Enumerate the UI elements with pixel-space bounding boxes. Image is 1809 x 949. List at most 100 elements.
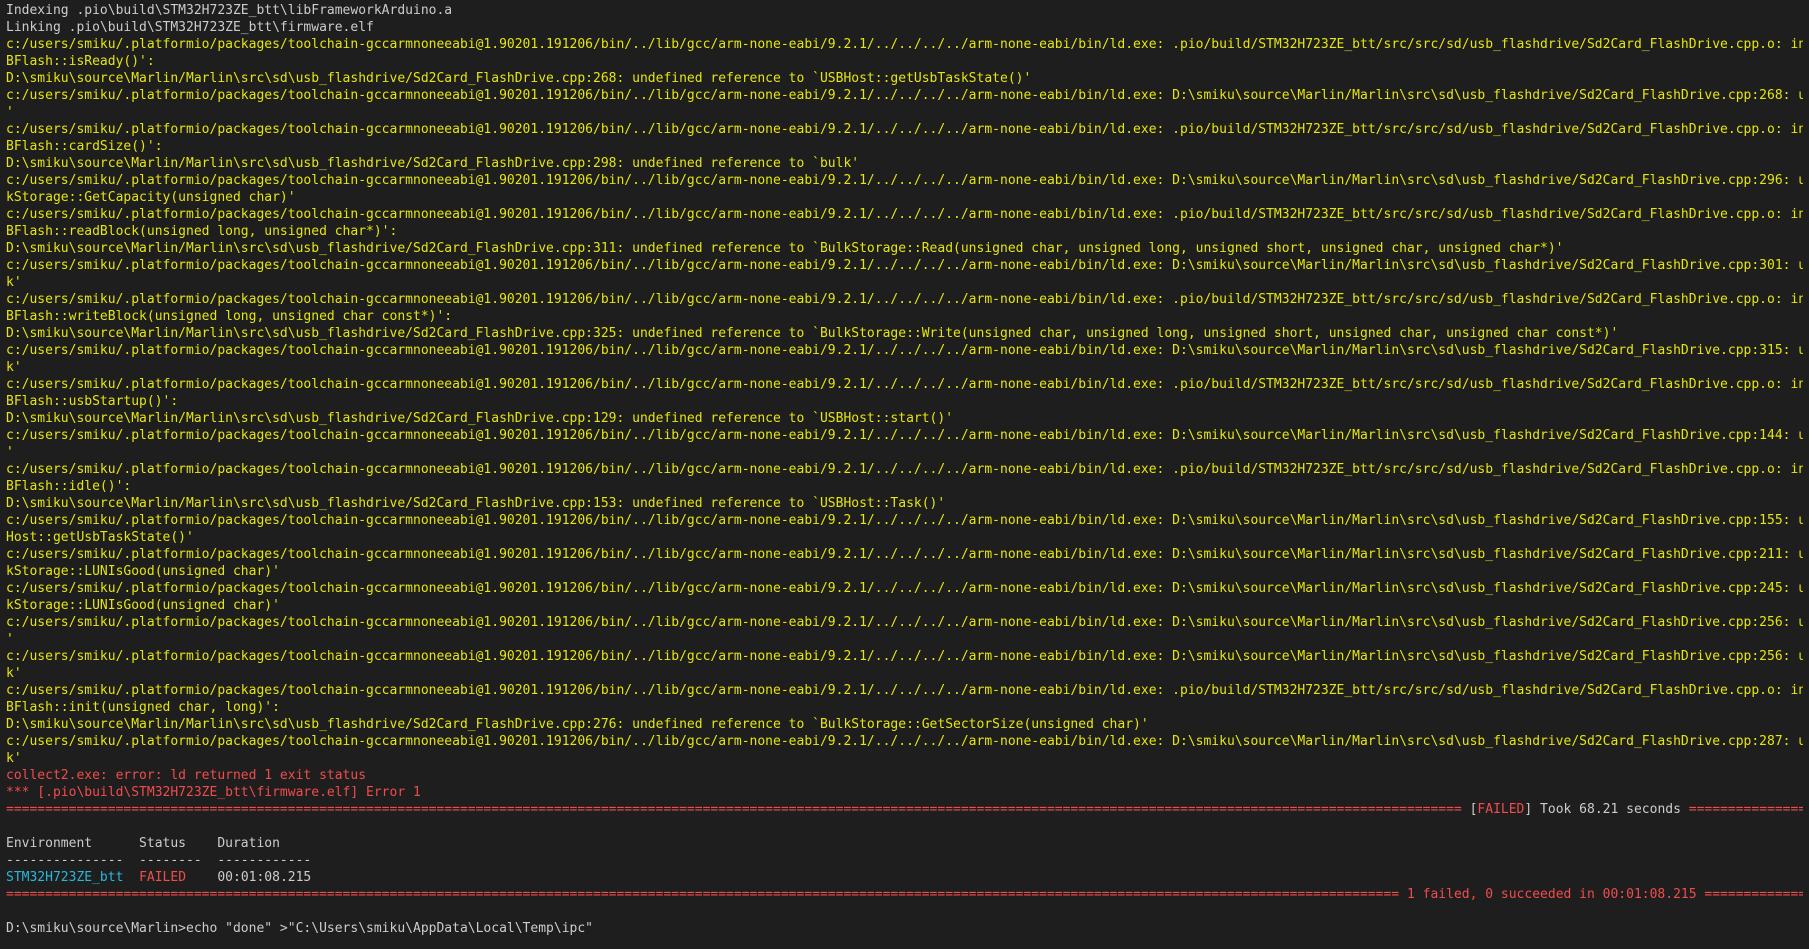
terminal-text-segment: c:/users/smiku/.platformio/packages/tool… — [6, 581, 1803, 596]
terminal-line: D:\smiku\source\Marlin/Marlin\src\sd\usb… — [6, 325, 1803, 342]
terminal-text-segment: Linking .pio\build\STM32H723ZE_btt\firmw… — [6, 20, 374, 35]
terminal-text-segment: ========================================… — [6, 802, 1462, 817]
terminal-text-segment: *** [.pio\build\STM32H723ZE_btt\firmware… — [6, 785, 421, 800]
terminal-line: c:/users/smiku/.platformio/packages/tool… — [6, 648, 1803, 665]
terminal-output[interactable]: Indexing .pio\build\STM32H723ZE_btt\libF… — [0, 0, 1809, 949]
terminal-text-segment: c:/users/smiku/.platformio/packages/tool… — [6, 513, 1803, 528]
terminal-text-segment: kStorage::LUNIsGood(unsigned char)' — [6, 598, 280, 613]
terminal-text-segment: BFlash::cardSize()': — [6, 139, 163, 154]
terminal-text-segment: c:/users/smiku/.platformio/packages/tool… — [6, 462, 1803, 477]
terminal-line: ' — [6, 104, 1803, 121]
terminal-text-segment: ========================================… — [1704, 887, 1803, 902]
terminal-text-segment: kStorage::LUNIsGood(unsigned char)' — [6, 564, 280, 579]
terminal-line: c:/users/smiku/.platformio/packages/tool… — [6, 257, 1803, 274]
terminal-text-segment: ' — [6, 105, 14, 120]
terminal-line: c:/users/smiku/.platformio/packages/tool… — [6, 427, 1803, 444]
terminal-line: D:\smiku\source\Marlin>echo "done" >"C:\… — [6, 920, 1803, 937]
terminal-line: c:/users/smiku/.platformio/packages/tool… — [6, 36, 1803, 53]
terminal-line: ' — [6, 444, 1803, 461]
terminal-text-segment: c:/users/smiku/.platformio/packages/tool… — [6, 615, 1803, 630]
terminal-text-segment: c:/users/smiku/.platformio/packages/tool… — [6, 122, 1803, 137]
terminal-text-segment: D:\smiku\source\Marlin/Marlin\src\sd\usb… — [6, 71, 1032, 86]
terminal-text-segment: [ — [1461, 802, 1478, 817]
terminal-line: k' — [6, 665, 1803, 682]
terminal-line: D:\smiku\source\Marlin/Marlin\src\sd\usb… — [6, 716, 1803, 733]
terminal-text-segment: k' — [6, 751, 22, 766]
terminal-text-segment: ' — [6, 445, 14, 460]
terminal-line: BFlash::idle()': — [6, 478, 1803, 495]
terminal-text-segment: c:/users/smiku/.platformio/packages/tool… — [6, 547, 1803, 562]
terminal-line: c:/users/smiku/.platformio/packages/tool… — [6, 733, 1803, 750]
terminal-line: k' — [6, 750, 1803, 767]
terminal-text-segment: c:/users/smiku/.platformio/packages/tool… — [6, 683, 1803, 698]
terminal-line: c:/users/smiku/.platformio/packages/tool… — [6, 580, 1803, 597]
terminal-line: ========================================… — [6, 801, 1803, 818]
terminal-text-segment: D:\smiku\source\Marlin/Marlin\src\sd\usb… — [6, 496, 946, 511]
terminal-text-segment: D:\smiku\source\Marlin>echo "done" >"C:\… — [6, 921, 593, 936]
terminal-text-segment: BFlash::idle()': — [6, 479, 132, 494]
terminal-line: Indexing .pio\build\STM32H723ZE_btt\libF… — [6, 2, 1803, 19]
terminal-text-segment: ' — [6, 632, 14, 647]
terminal-text-segment: c:/users/smiku/.platformio/packages/tool… — [6, 88, 1803, 103]
terminal-text-segment: c:/users/smiku/.platformio/packages/tool… — [6, 428, 1803, 443]
terminal-line: c:/users/smiku/.platformio/packages/tool… — [6, 546, 1803, 563]
terminal-line: BFlash::writeBlock(unsigned long, unsign… — [6, 308, 1803, 325]
terminal-line: D:\smiku\source\Marlin/Marlin\src\sd\usb… — [6, 70, 1803, 87]
terminal-line: c:/users/smiku/.platformio/packages/tool… — [6, 172, 1803, 189]
terminal-text-segment: 00:01:08.215 — [186, 870, 312, 885]
terminal-text-segment: Host::getUsbTaskState()' — [6, 530, 194, 545]
terminal-line: Environment Status Duration — [6, 835, 1803, 852]
terminal-line: c:/users/smiku/.platformio/packages/tool… — [6, 512, 1803, 529]
terminal-line: ' — [6, 631, 1803, 648]
terminal-line: kStorage::LUNIsGood(unsigned char)' — [6, 597, 1803, 614]
terminal-line: ========================================… — [6, 886, 1803, 903]
terminal-line: Linking .pio\build\STM32H723ZE_btt\firmw… — [6, 19, 1803, 36]
terminal-text-segment: BFlash::isReady()': — [6, 54, 155, 69]
terminal-text-segment: k' — [6, 666, 22, 681]
terminal-text-segment: k' — [6, 275, 22, 290]
terminal-line: D:\smiku\source\Marlin/Marlin\src\sd\usb… — [6, 240, 1803, 257]
terminal-text-segment: BFlash::usbStartup()': — [6, 394, 179, 409]
terminal-text-segment: collect2.exe: error: ld returned 1 exit … — [6, 768, 367, 783]
terminal-line: c:/users/smiku/.platformio/packages/tool… — [6, 121, 1803, 138]
terminal-text-segment: c:/users/smiku/.platformio/packages/tool… — [6, 292, 1803, 307]
terminal-line: kStorage::LUNIsGood(unsigned char)' — [6, 563, 1803, 580]
terminal-text-segment: FAILED — [139, 870, 187, 885]
terminal-text-segment: c:/users/smiku/.platformio/packages/tool… — [6, 377, 1803, 392]
terminal-line: kStorage::GetCapacity(unsigned char)' — [6, 189, 1803, 206]
terminal-line: STM32H723ZE_btt FAILED 00:01:08.215 — [6, 869, 1803, 886]
terminal-text-segment: Environment Status Duration — [6, 836, 280, 851]
terminal-text-segment: kStorage::GetCapacity(unsigned char)' — [6, 190, 296, 205]
terminal-line: c:/users/smiku/.platformio/packages/tool… — [6, 291, 1803, 308]
terminal-text-segment: D:\smiku\source\Marlin/Marlin\src\sd\usb… — [6, 717, 1149, 732]
terminal-line: --------------- -------- ------------ — [6, 852, 1803, 869]
terminal-line: c:/users/smiku/.platformio/packages/tool… — [6, 614, 1803, 631]
terminal-text-segment: c:/users/smiku/.platformio/packages/tool… — [6, 173, 1803, 188]
terminal-text-segment: ========================================… — [6, 887, 1400, 902]
terminal-text-segment: c:/users/smiku/.platformio/packages/tool… — [6, 258, 1803, 273]
terminal-line: k' — [6, 274, 1803, 291]
terminal-line: D:\smiku\source\Marlin/Marlin\src\sd\usb… — [6, 495, 1803, 512]
terminal-text-segment: c:/users/smiku/.platformio/packages/tool… — [6, 734, 1803, 749]
terminal-text-segment: D:\smiku\source\Marlin/Marlin\src\sd\usb… — [6, 156, 860, 171]
terminal-text-segment: BFlash::readBlock(unsigned long, unsigne… — [6, 224, 398, 239]
terminal-line: k' — [6, 359, 1803, 376]
terminal-text-segment: c:/users/smiku/.platformio/packages/tool… — [6, 649, 1803, 664]
terminal-line: collect2.exe: error: ld returned 1 exit … — [6, 767, 1803, 784]
terminal-text-segment: ========================================… — [1688, 802, 1803, 817]
terminal-line: c:/users/smiku/.platformio/packages/tool… — [6, 461, 1803, 478]
terminal-text-segment: D:\smiku\source\Marlin/Marlin\src\sd\usb… — [6, 411, 954, 426]
terminal-text-segment: BFlash::init(unsigned char, long)': — [6, 700, 280, 715]
terminal-line: c:/users/smiku/.platformio/packages/tool… — [6, 376, 1803, 393]
terminal-text-segment: c:/users/smiku/.platformio/packages/tool… — [6, 343, 1803, 358]
terminal-text-segment: k' — [6, 360, 22, 375]
terminal-text-segment: ] Took 68.21 seconds — [1524, 802, 1689, 817]
terminal-line: BFlash::init(unsigned char, long)': — [6, 699, 1803, 716]
terminal-text-segment: STM32H723ZE_btt — [6, 870, 124, 885]
terminal-text-segment: D:\smiku\source\Marlin/Marlin\src\sd\usb… — [6, 326, 1619, 341]
terminal-text-segment: Indexing .pio\build\STM32H723ZE_btt\libF… — [6, 3, 453, 18]
terminal-line: c:/users/smiku/.platformio/packages/tool… — [6, 682, 1803, 699]
